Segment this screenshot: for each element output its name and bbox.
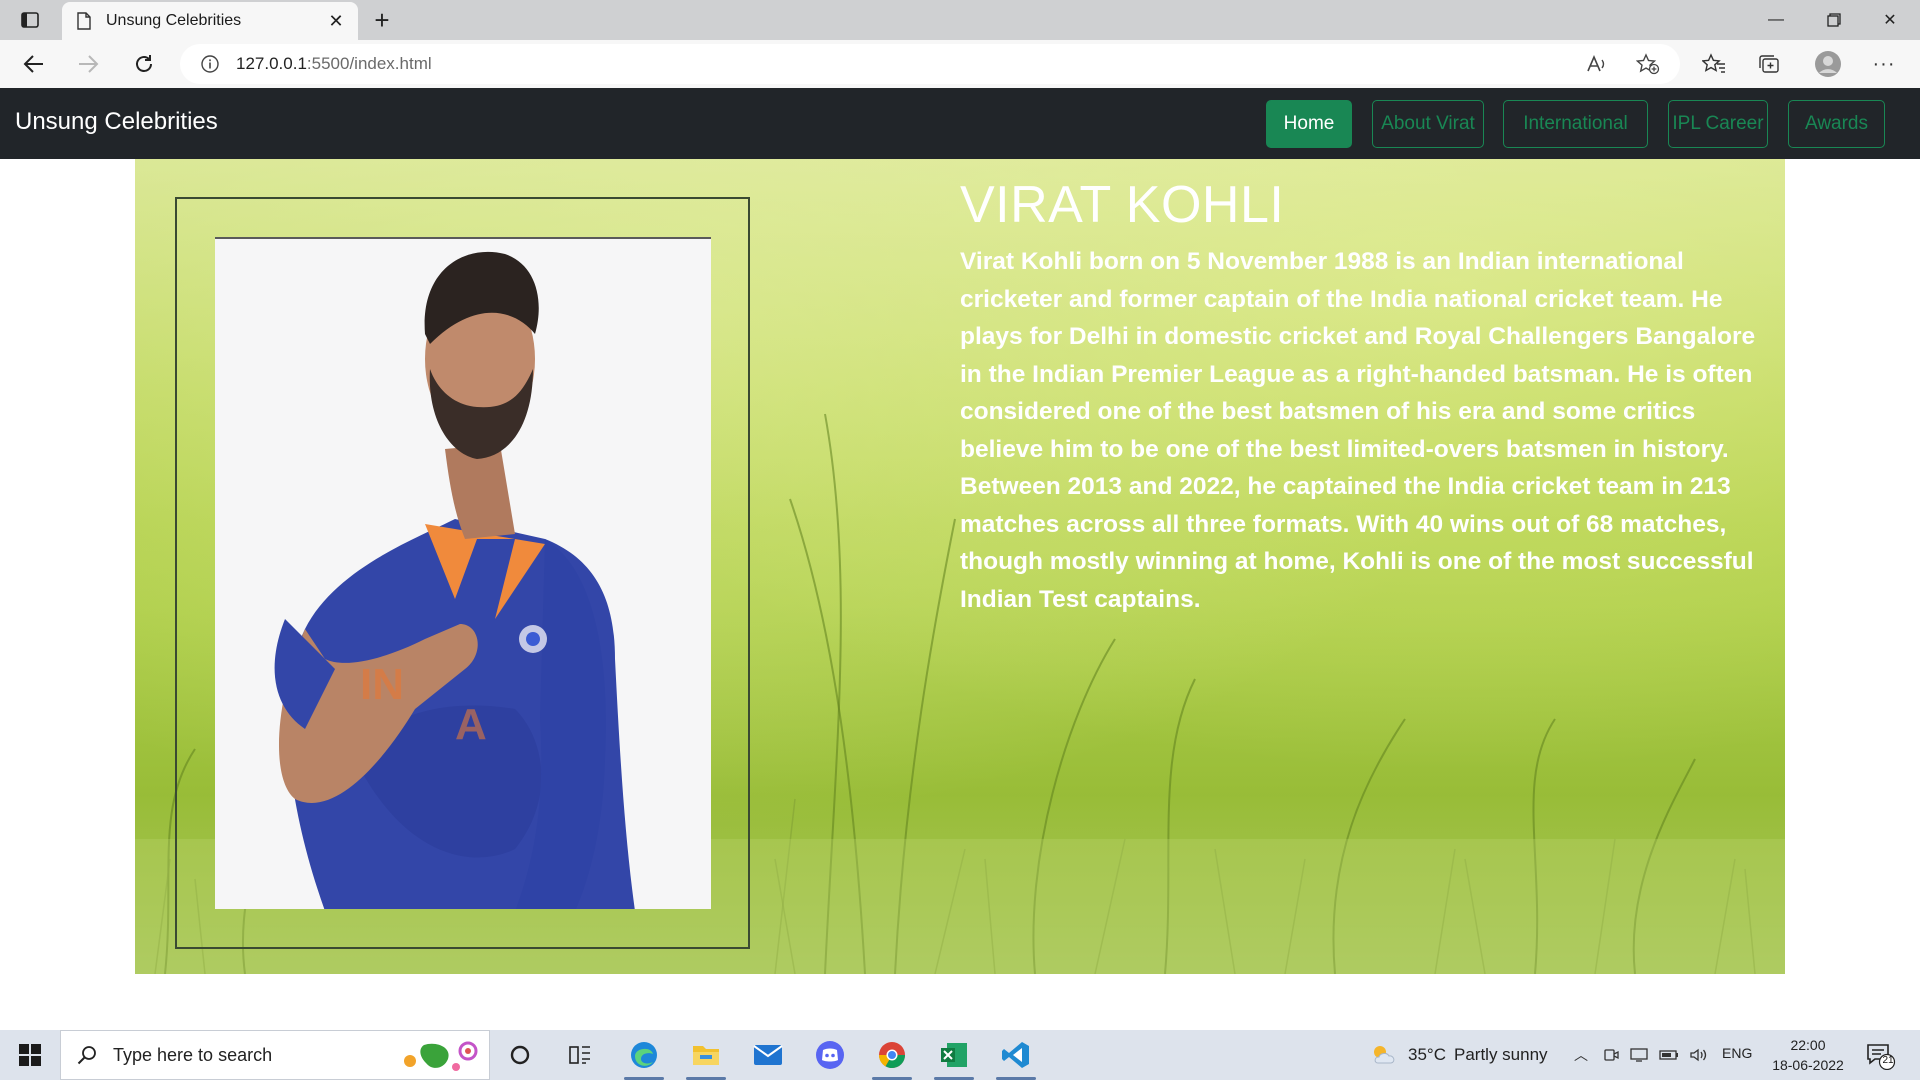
minimize-icon: —: [1768, 11, 1784, 28]
collections-icon: [1759, 55, 1779, 73]
weather-text: Partly sunny: [1453, 1045, 1548, 1064]
url-host: 127.0.0.1: [236, 54, 307, 73]
favorites-button[interactable]: [1698, 48, 1730, 80]
cortana-button[interactable]: [496, 1035, 544, 1075]
close-window-icon: ✕: [1883, 12, 1897, 29]
url-path: :5500/index.html: [306, 54, 432, 73]
search-icon: [75, 1043, 99, 1067]
volume-icon[interactable]: [1688, 1044, 1710, 1066]
task-view-icon: [569, 1046, 590, 1064]
excel-button[interactable]: [930, 1035, 978, 1080]
chrome-button[interactable]: [868, 1035, 916, 1080]
svg-text:A: A: [455, 700, 487, 749]
file-explorer-button[interactable]: [682, 1035, 730, 1080]
minimize-button[interactable]: —: [1748, 0, 1804, 40]
new-tab-button[interactable]: +: [368, 4, 396, 35]
add-favorite-icon[interactable]: [1636, 52, 1660, 76]
tab-unsung-celebrities[interactable]: Unsung Celebrities ✕: [62, 2, 358, 40]
profile-button[interactable]: [1812, 48, 1844, 80]
refresh-icon: [136, 55, 152, 72]
task-view-button[interactable]: [556, 1035, 604, 1075]
back-button[interactable]: [18, 48, 50, 80]
taskbar-search-box[interactable]: Type here to search: [60, 1030, 490, 1080]
file-explorer-icon: [693, 1046, 719, 1065]
vscode-button[interactable]: [992, 1035, 1040, 1080]
discord-icon: [816, 1041, 844, 1069]
mail-icon: [753, 1045, 783, 1065]
weather-widget[interactable]: 35°C Partly sunny: [1370, 1030, 1548, 1080]
tab-title: Unsung Celebrities: [106, 12, 242, 29]
vscode-icon: [1002, 1042, 1029, 1068]
clock-time: 22:00: [1790, 1037, 1826, 1053]
read-aloud-icon[interactable]: [1585, 52, 1609, 76]
forward-button[interactable]: [72, 48, 104, 80]
close-window-button[interactable]: ✕: [1862, 0, 1918, 40]
site-navbar: Unsung Celebrities Home About Virat Inte…: [0, 88, 1920, 159]
edge-taskbar-button[interactable]: [620, 1035, 668, 1080]
refresh-button[interactable]: [128, 48, 160, 80]
favorites-icon: [1702, 53, 1725, 73]
chrome-icon: [878, 1042, 906, 1069]
windows-taskbar: Type here to search 35°C Partly sunny ︿ …: [0, 1030, 1920, 1080]
site-brand[interactable]: Unsung Celebrities: [15, 108, 218, 136]
close-icon[interactable]: ✕: [324, 9, 348, 33]
more-icon: ···: [1872, 52, 1896, 75]
edge-icon: [631, 1042, 657, 1068]
tab-actions-button[interactable]: [14, 8, 46, 32]
windows-icon: [19, 1044, 41, 1066]
restore-button[interactable]: [1806, 0, 1862, 40]
mail-button[interactable]: [744, 1035, 792, 1075]
nav-international-button[interactable]: International: [1503, 100, 1648, 148]
weather-temp: 35°C: [1408, 1045, 1446, 1064]
svg-text:IN: IN: [360, 660, 404, 709]
restore-icon: [1827, 13, 1841, 27]
nav-awards-button[interactable]: Awards: [1788, 100, 1885, 148]
partly-sunny-icon: [1374, 1046, 1395, 1064]
page-icon: [74, 11, 94, 31]
browser-toolbar: 127.0.0.1:5500/index.html ···: [0, 40, 1920, 88]
notification-center-button[interactable]: 21: [1866, 1042, 1896, 1071]
info-icon[interactable]: [200, 54, 220, 74]
player-bio: Virat Kohli born on 5 November 1988 is a…: [960, 248, 1756, 613]
clock-date: 18-06-2022: [1772, 1057, 1844, 1073]
clock[interactable]: 22:00 18-06-2022: [1768, 1035, 1848, 1075]
notification-count: 21: [1882, 1055, 1894, 1066]
nav-home-button[interactable]: Home: [1266, 100, 1352, 148]
display-icon[interactable]: [1628, 1044, 1650, 1066]
player-portrait-image: IN A: [215, 237, 711, 909]
discord-button[interactable]: [806, 1035, 854, 1075]
more-button[interactable]: ···: [1868, 48, 1900, 80]
browser-tab-bar: Unsung Celebrities ✕ + — ✕: [0, 0, 1920, 40]
player-title: VIRAT KOHLI: [960, 176, 1285, 234]
search-placeholder: Type here to search: [113, 1044, 273, 1065]
nav-ipl-career-button[interactable]: IPL Career: [1668, 100, 1768, 148]
cortana-icon: [510, 1045, 530, 1065]
language-indicator[interactable]: ENG: [1722, 1045, 1752, 1061]
excel-icon: [941, 1043, 967, 1067]
search-highlight-icon: [404, 1041, 478, 1071]
back-icon: [23, 55, 43, 73]
plus-icon: +: [374, 4, 390, 35]
forward-icon: [79, 55, 99, 73]
meet-now-icon[interactable]: [1600, 1044, 1622, 1066]
address-bar[interactable]: 127.0.0.1:5500/index.html: [180, 44, 1680, 84]
profile-icon: [1815, 51, 1841, 77]
url-text: 127.0.0.1:5500/index.html: [236, 54, 432, 74]
hero-section: IN A VIRAT KOHLI Virat Kohli born on 5 N…: [135, 159, 1785, 974]
start-button[interactable]: [10, 1035, 50, 1075]
nav-about-virat-button[interactable]: About Virat: [1372, 100, 1484, 148]
battery-icon[interactable]: [1658, 1044, 1680, 1066]
collections-button[interactable]: [1753, 48, 1785, 80]
tab-strip-icon: [21, 12, 39, 28]
chevron-up-icon[interactable]: ︿: [1570, 1044, 1592, 1066]
